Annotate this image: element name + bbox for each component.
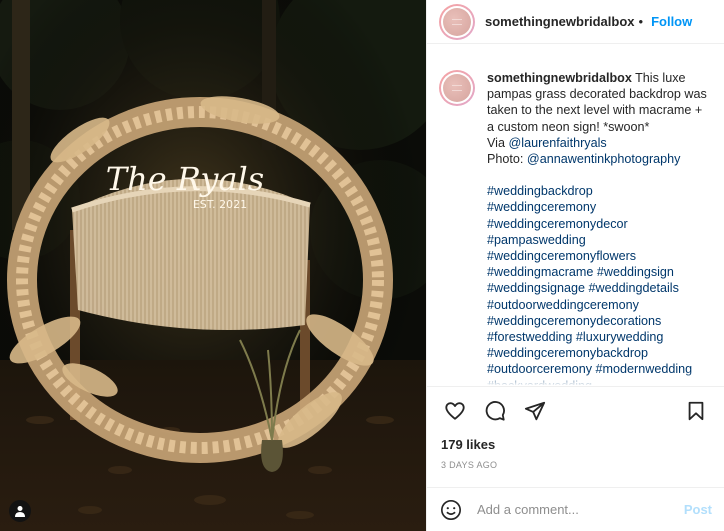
smiley-icon — [441, 499, 461, 520]
hashtag-line: #weddingceremonydecor — [487, 216, 712, 232]
hashtag-link[interactable]: #weddingmacrame — [487, 265, 593, 279]
actions-section: 179 likes 3 DAYS AGO — [427, 386, 724, 470]
action-bar — [427, 387, 724, 435]
hashtag-link[interactable]: #weddingbackdrop — [487, 184, 593, 198]
post-comment-button[interactable]: Post — [684, 502, 712, 517]
backdrop-photo-illustration: The Ryals EST. 2021 — [0, 0, 426, 531]
hashtag-link[interactable]: #weddingceremony — [487, 200, 596, 214]
post-photo[interactable]: The Ryals EST. 2021 — [0, 0, 426, 531]
user-tag-icon — [15, 506, 25, 517]
caption-avatar[interactable] — [439, 70, 475, 106]
hashtag-list: #weddingbackdrop #weddingceremony #wedding… — [487, 183, 712, 385]
hashtag-line: #outdoorweddingceremony — [487, 297, 712, 313]
hashtag-line: #pampaswedding — [487, 232, 712, 248]
author-avatar[interactable] — [439, 3, 475, 40]
share-button[interactable] — [515, 391, 555, 431]
comment-icon — [485, 401, 505, 421]
hashtag-line: #forestwedding #luxurywedding — [487, 329, 712, 345]
hashtag-link[interactable]: #outdoorweddingceremony — [487, 298, 639, 312]
hashtag-link[interactable]: #weddingceremonydecor — [487, 217, 628, 231]
hashtag-line: #weddingsignage #weddingdetails — [487, 280, 712, 296]
caption-username[interactable]: somethingnewbridalbox — [487, 71, 632, 85]
user-tag-button[interactable] — [9, 500, 31, 522]
author-username[interactable]: somethingnewbridalbox — [485, 14, 635, 29]
follow-button[interactable]: Follow — [651, 14, 692, 29]
hashtag-link[interactable]: #weddingceremonydecorations — [487, 314, 661, 328]
hashtag-line: #weddingceremonybackdrop — [487, 345, 712, 361]
instagram-post: The Ryals EST. 2021 somethingnewbridalbo… — [0, 0, 724, 531]
save-button[interactable] — [676, 391, 716, 431]
likes-count[interactable]: 179 likes — [427, 437, 724, 452]
comment-input[interactable] — [477, 502, 684, 517]
photo-credit-prefix: Photo: — [487, 152, 527, 167]
hashtag-line: #weddingbackdrop — [487, 183, 712, 199]
hashtag-link[interactable]: #luxurywedding — [576, 330, 664, 344]
heart-icon — [445, 402, 465, 420]
neon-sign-text: The Ryals — [106, 160, 264, 198]
neon-sign-subtext: EST. 2021 — [193, 198, 247, 211]
hashtag-link[interactable]: #weddingsign — [597, 265, 674, 279]
caption-text: somethingnewbridalbox This luxe pampas g… — [487, 70, 712, 385]
post-date[interactable]: 3 DAYS AGO — [427, 460, 724, 470]
via-prefix: Via — [487, 135, 509, 150]
post-header: somethingnewbridalbox • Follow — [427, 0, 724, 44]
post-side-panel: somethingnewbridalbox • Follow something… — [426, 0, 724, 531]
hashtag-link[interactable]: #weddingsignage — [487, 281, 585, 295]
hashtag-link[interactable]: #weddingdetails — [589, 281, 679, 295]
hashtag-line: #weddingceremonyflowers — [487, 248, 712, 264]
caption-fade — [427, 372, 724, 386]
like-button[interactable] — [435, 391, 475, 431]
hashtag-link[interactable]: #forestwedding — [487, 330, 572, 344]
hashtag-line: #weddingceremony — [487, 199, 712, 215]
emoji-button[interactable] — [439, 498, 463, 522]
hashtag-link[interactable]: #weddingceremonyflowers — [487, 249, 636, 263]
bookmark-icon — [688, 401, 704, 421]
hashtag-line: #weddingmacrame #weddingsign — [487, 264, 712, 280]
caption-section: somethingnewbridalbox This luxe pampas g… — [427, 44, 724, 385]
comment-button[interactable] — [475, 391, 515, 431]
hashtag-link[interactable]: #pampaswedding — [487, 233, 586, 247]
via-handle-link[interactable]: @laurenfaithryals — [508, 136, 606, 150]
header-separator: • — [638, 14, 644, 29]
hashtag-line: #weddingceremonydecorations — [487, 313, 712, 329]
comment-bar: Post — [427, 487, 724, 531]
hashtag-link[interactable]: #weddingceremonybackdrop — [487, 346, 648, 360]
share-icon — [524, 401, 546, 421]
photo-credit-link[interactable]: @annawentinkphotography — [527, 152, 681, 166]
